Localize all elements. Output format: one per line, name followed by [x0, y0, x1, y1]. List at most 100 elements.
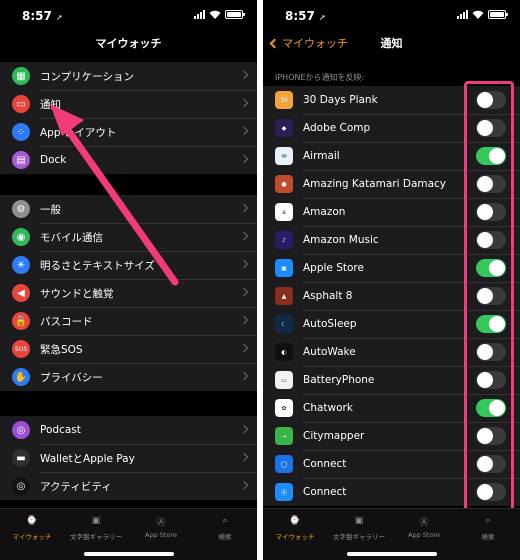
- settings-row-label: WalletとApple Pay: [40, 452, 135, 465]
- nav-bar: マイウォッチ: [0, 30, 257, 56]
- cellular-icon: ◉: [12, 228, 30, 246]
- adobe-comp-icon: ◆: [275, 119, 293, 137]
- chevron-right-icon: [239, 231, 249, 241]
- settings-row[interactable]: ✋ プライバシー: [0, 363, 257, 391]
- face-gallery-icon: ▣: [91, 516, 101, 526]
- tab-label: 検索: [218, 533, 232, 541]
- tab-bar: ⌚ マイウォッチ ▣ 文字盤ギャラリー Ⓐ App Store ⌕ 検索: [263, 508, 520, 560]
- location-icon: ➚: [319, 13, 326, 22]
- complication-icon: ▦: [12, 67, 30, 85]
- settings-row[interactable]: SOS 緊急SOS: [0, 335, 257, 363]
- battery-icon: [225, 10, 245, 19]
- autowake-icon: ◐: [275, 343, 293, 361]
- wifi-icon: [209, 10, 221, 19]
- podcast-icon: ◎: [12, 421, 30, 439]
- citymapper-icon: →: [275, 427, 293, 445]
- nav-bar: マイウォッチ 通知: [263, 30, 520, 56]
- chevron-right-icon: [239, 154, 249, 164]
- toggle-highlight-box: [464, 81, 514, 511]
- settings-row[interactable]: 🔒 パスコード: [0, 307, 257, 335]
- plank-app-icon: 30: [275, 91, 293, 109]
- tab-label: マイウォッチ: [275, 533, 315, 541]
- settings-row[interactable]: ⁘ App レイアウト: [0, 118, 257, 146]
- settings-row-label: App レイアウト: [40, 126, 117, 139]
- settings-group-2: ⚙ 一般 ◉ モバイル通信 ☀ 明るさとテキストサイズ ◀ サウンドと触覚 🔒 パスコード SOS 緊…: [0, 195, 257, 391]
- app-name: Airmail: [303, 150, 340, 162]
- tab-app-store[interactable]: Ⓐ App Store: [129, 514, 193, 540]
- tab-app-store[interactable]: Ⓐ App Store: [392, 514, 456, 540]
- tab-face-gallery[interactable]: ▣ 文字盤ギャラリー: [327, 514, 391, 541]
- tab-label: 文字盤ギャラリー: [70, 533, 122, 541]
- settings-row[interactable]: ▭ 通知: [0, 90, 257, 118]
- signal-icon: [194, 10, 205, 19]
- tab-label: マイウォッチ: [12, 533, 52, 541]
- dock-icon: ▤: [12, 151, 30, 169]
- app-layout-icon: ⁘: [12, 123, 30, 141]
- page-title: 通知: [380, 37, 403, 50]
- tab-search[interactable]: ⌕ 検索: [456, 514, 520, 541]
- chevron-right-icon: [239, 259, 249, 269]
- app-name: Apple Store: [303, 262, 364, 274]
- sos-icon: SOS: [12, 340, 30, 358]
- settings-group-1: ▦ コンプリケーション ▭ 通知 ⁘ App レイアウト ▤ Dock: [0, 62, 257, 174]
- home-indicator: [346, 552, 437, 556]
- page-title: マイウォッチ: [95, 37, 162, 50]
- asphalt-icon: ▲: [275, 287, 293, 305]
- status-bar: 8:57 ➚: [263, 0, 520, 30]
- chatwork-icon: ✿: [275, 399, 293, 417]
- settings-row[interactable]: ▬ WalletとApple Pay: [0, 444, 257, 472]
- hand-icon: ✋: [12, 368, 30, 386]
- app-name: AutoSleep: [303, 318, 357, 330]
- location-icon: ➚: [56, 13, 63, 22]
- search-icon: ⌕: [222, 516, 228, 526]
- chevron-right-icon: [239, 315, 249, 325]
- app-name: AutoWake: [303, 346, 356, 358]
- settings-row-label: 通知: [40, 98, 61, 111]
- tab-face-gallery[interactable]: ▣ 文字盤ギャラリー: [64, 514, 128, 541]
- settings-row-label: プライバシー: [40, 371, 103, 384]
- wifi-icon: [472, 10, 484, 19]
- settings-row-label: 一般: [40, 203, 61, 216]
- settings-row-label: Podcast: [40, 424, 81, 436]
- chevron-right-icon: [239, 343, 249, 353]
- apple-store-icon: ▣: [275, 259, 293, 277]
- chevron-right-icon: [239, 70, 249, 80]
- settings-row[interactable]: ⚙ 一般: [0, 195, 257, 223]
- chevron-right-icon: [239, 98, 249, 108]
- settings-row[interactable]: ◎ アクティビティ: [0, 472, 257, 500]
- chevron-right-icon: [239, 126, 249, 136]
- tab-watch[interactable]: ⌚ マイウォッチ: [263, 514, 327, 541]
- search-icon: ⌕: [485, 516, 491, 526]
- settings-row-label: 緊急SOS: [40, 343, 83, 356]
- app-name: Amazing Katamari Damacy: [303, 178, 447, 190]
- app-name: Adobe Comp: [303, 122, 371, 134]
- lock-icon: 🔒: [12, 312, 30, 330]
- amazon-music-icon: ♪: [275, 231, 293, 249]
- chevron-right-icon: [239, 203, 249, 213]
- activity-icon: ◎: [12, 477, 30, 495]
- tab-watch[interactable]: ⌚ マイウォッチ: [0, 514, 64, 541]
- app-name: Connect: [303, 458, 347, 470]
- settings-row[interactable]: ☀ 明るさとテキストサイズ: [0, 251, 257, 279]
- settings-row[interactable]: ◉ モバイル通信: [0, 223, 257, 251]
- settings-row[interactable]: ◎ Podcast: [0, 416, 257, 444]
- settings-row[interactable]: ◀ サウンドと触覚: [0, 279, 257, 307]
- app-name: Amazon Music: [303, 234, 379, 246]
- settings-row-label: コンプリケーション: [40, 70, 134, 83]
- tab-label: 検索: [481, 533, 495, 541]
- settings-row-label: サウンドと触覚: [40, 287, 114, 300]
- settings-row-label: モバイル通信: [40, 231, 103, 244]
- app-store-connect-icon: Ⓐ: [275, 483, 293, 501]
- autosleep-icon: ☾: [275, 315, 293, 333]
- chevron-right-icon: [239, 452, 249, 462]
- settings-row[interactable]: ▤ Dock: [0, 146, 257, 174]
- app-name: Asphalt 8: [303, 290, 353, 302]
- app-name: Amazon: [303, 206, 346, 218]
- tab-search[interactable]: ⌕ 検索: [193, 514, 257, 541]
- settings-row-label: Dock: [40, 154, 67, 166]
- app-name: 30 Days Plank: [303, 94, 378, 106]
- settings-row[interactable]: ▦ コンプリケーション: [0, 62, 257, 90]
- status-time: 8:57: [22, 9, 52, 23]
- settings-group-3: ◎ Podcast ▬ WalletとApple Pay ◎ アクティビティ: [0, 416, 257, 500]
- right-screen: 8:57 ➚ マイウォッチ 通知 IPHONEから通知を反映: 30 30 Day…: [263, 0, 520, 560]
